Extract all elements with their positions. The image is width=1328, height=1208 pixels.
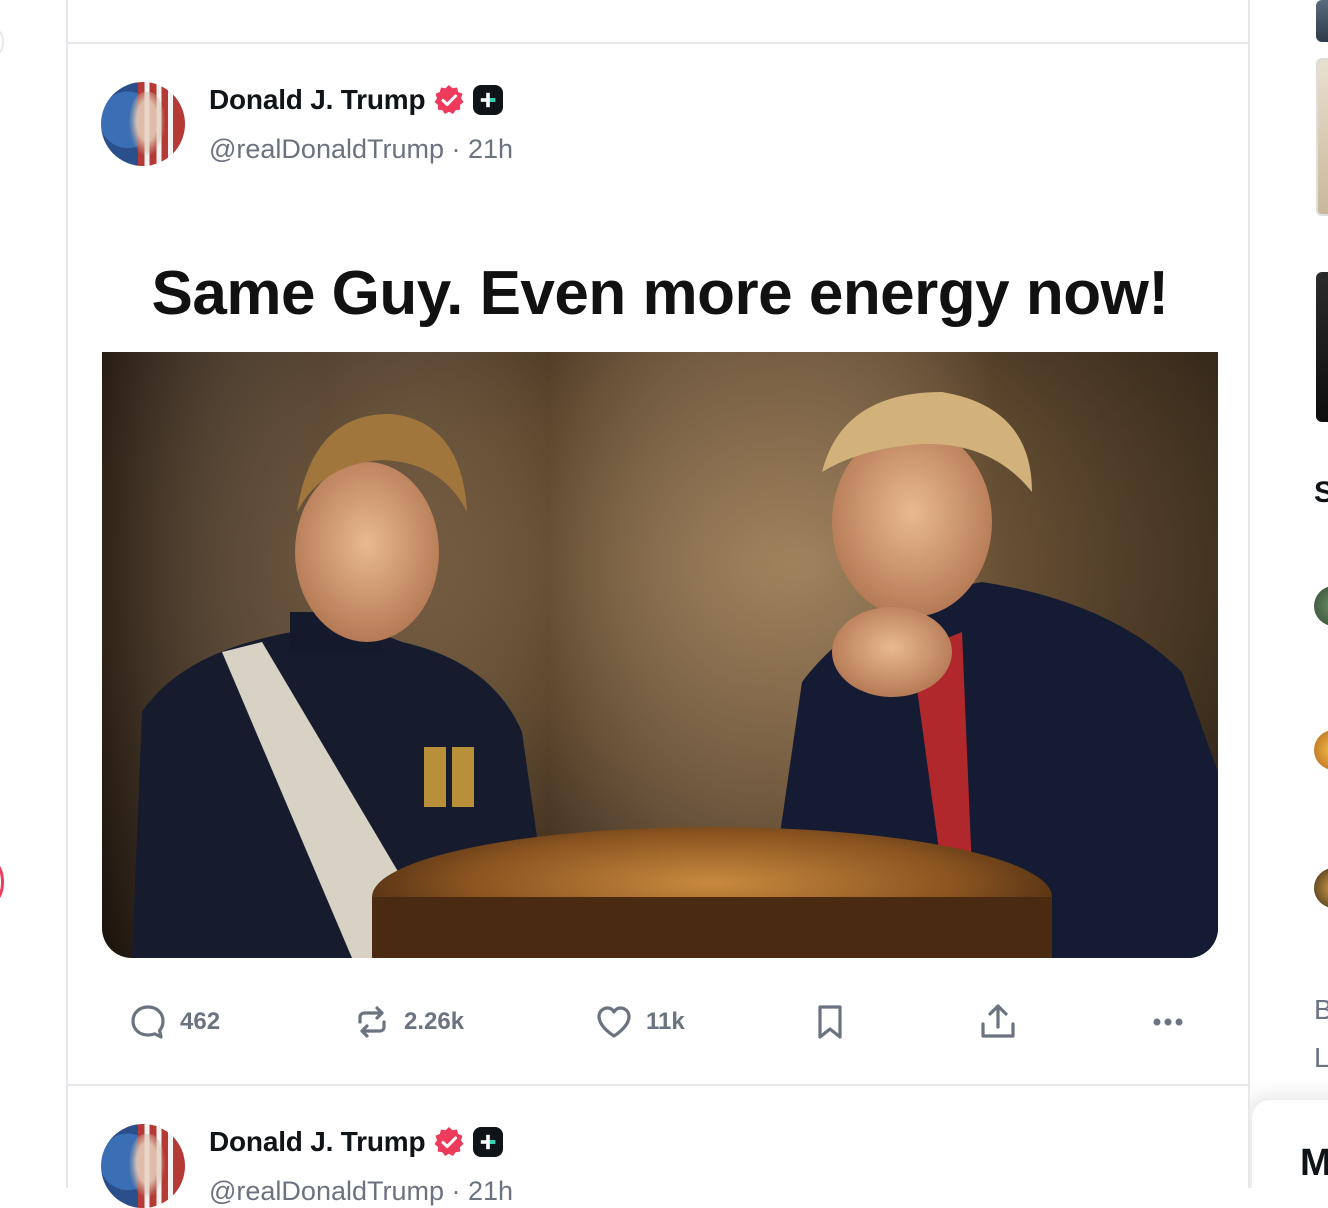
like-button[interactable]: 11k bbox=[594, 992, 685, 1052]
display-name[interactable]: Donald J. Trump bbox=[209, 1126, 426, 1158]
verified-badge-icon bbox=[433, 1126, 465, 1158]
repost-count: 2.26k bbox=[404, 1008, 465, 1035]
left-sidebar-notification-fragment[interactable] bbox=[0, 862, 4, 902]
left-sidebar-fragment bbox=[0, 28, 4, 56]
like-count: 11k bbox=[646, 1008, 685, 1035]
right-sidebar: S B L M bbox=[1250, 0, 1328, 1188]
trending-media-thumbnail[interactable] bbox=[1316, 272, 1328, 422]
share-icon bbox=[981, 1004, 1015, 1038]
like-icon bbox=[597, 1006, 631, 1038]
trending-media-thumbnail[interactable] bbox=[1316, 58, 1328, 216]
post-author-row: Donald J. Trump bbox=[209, 1126, 504, 1158]
sidebar-link[interactable]: B bbox=[1314, 994, 1328, 1026]
post-divider bbox=[68, 42, 1248, 44]
post-meta: @realDonaldTrump · 21h bbox=[209, 1176, 513, 1207]
floating-panel[interactable]: M bbox=[1252, 1100, 1328, 1188]
post-actions: 462 2.26k 11k bbox=[68, 992, 1248, 1052]
post-meta: @realDonaldTrump · 21h bbox=[209, 134, 513, 165]
sidebar-section-heading: S bbox=[1314, 476, 1328, 509]
handle[interactable]: @realDonaldTrump bbox=[209, 134, 444, 164]
meta-separator: · bbox=[451, 134, 469, 164]
post-time[interactable]: 21h bbox=[468, 1176, 513, 1206]
suggested-account-avatar[interactable] bbox=[1314, 730, 1328, 770]
handle[interactable]: @realDonaldTrump bbox=[209, 1176, 444, 1206]
trending-media-thumbnail[interactable] bbox=[1316, 0, 1328, 42]
avatar-face bbox=[129, 1134, 165, 1198]
post-time[interactable]: 21h bbox=[468, 134, 513, 164]
bookmark-icon bbox=[818, 1005, 842, 1039]
plus-badge-icon bbox=[473, 1127, 504, 1157]
suggested-account-avatar[interactable] bbox=[1314, 868, 1328, 908]
post-author-row: Donald J. Trump bbox=[209, 84, 504, 116]
reply-icon bbox=[131, 1005, 165, 1039]
share-button[interactable] bbox=[978, 992, 1018, 1052]
avatar-face bbox=[129, 92, 165, 156]
post-image-illustration bbox=[102, 352, 1218, 958]
bookmark-button[interactable] bbox=[810, 992, 850, 1052]
suggested-account-avatar[interactable] bbox=[1314, 586, 1328, 626]
sidebar-link[interactable]: L bbox=[1314, 1042, 1328, 1074]
feed-column: Donald J. Trump @realDonaldTrump · 21h S bbox=[66, 0, 1250, 1208]
more-icon bbox=[1153, 1018, 1183, 1026]
reply-button[interactable]: 462 bbox=[128, 992, 220, 1052]
more-options-button[interactable] bbox=[1148, 992, 1188, 1052]
floating-panel-title: M bbox=[1300, 1142, 1328, 1184]
post-image[interactable] bbox=[102, 352, 1218, 958]
display-name[interactable]: Donald J. Trump bbox=[209, 84, 426, 116]
avatar[interactable] bbox=[101, 1124, 185, 1208]
post-divider bbox=[68, 1084, 1248, 1086]
reply-count: 462 bbox=[180, 1008, 221, 1035]
plus-badge-icon bbox=[473, 85, 504, 115]
repost-button[interactable]: 2.26k bbox=[352, 992, 464, 1052]
verified-badge-icon bbox=[433, 84, 465, 116]
image-caption-text: Same Guy. Even more energy now! bbox=[151, 259, 1169, 328]
repost-icon bbox=[358, 1006, 386, 1038]
avatar[interactable] bbox=[101, 82, 185, 166]
meta-separator: · bbox=[451, 1176, 469, 1206]
